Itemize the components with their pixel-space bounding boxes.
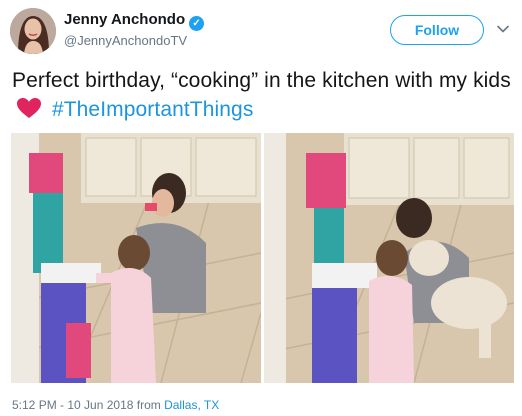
tweet-body-text: Perfect birthday, “cooking” in the kitch… xyxy=(12,69,511,92)
red-heart-icon xyxy=(17,98,41,118)
avatar-image xyxy=(10,8,56,54)
hashtag-link[interactable]: #TheImportantThings xyxy=(52,98,254,121)
photo-kitchen-mom-toddler-dog xyxy=(264,133,514,383)
follow-button[interactable]: Follow xyxy=(390,15,484,45)
tweet-text: Perfect birthday, “cooking” in the kitch… xyxy=(12,66,512,124)
photo-kitchen-mom-toddler xyxy=(11,133,261,383)
verified-badge-icon: ✓ xyxy=(189,16,205,31)
display-name-text: Jenny Anchondo xyxy=(64,11,186,28)
avatar[interactable] xyxy=(10,8,56,54)
tweet-photo-1[interactable] xyxy=(11,133,261,383)
user-handle[interactable]: @JennyAnchondoTV xyxy=(64,33,187,48)
tweet-date[interactable]: 5:12 PM - 10 Jun 2018 from xyxy=(12,398,164,412)
tweet-timestamp: 5:12 PM - 10 Jun 2018 from Dallas, TX xyxy=(12,398,219,412)
display-name[interactable]: Jenny Anchondo ✓ xyxy=(64,11,205,31)
chevron-down-icon[interactable] xyxy=(496,22,510,36)
location-link[interactable]: Dallas, TX xyxy=(164,398,219,412)
tweet-photo-2[interactable] xyxy=(264,133,514,383)
